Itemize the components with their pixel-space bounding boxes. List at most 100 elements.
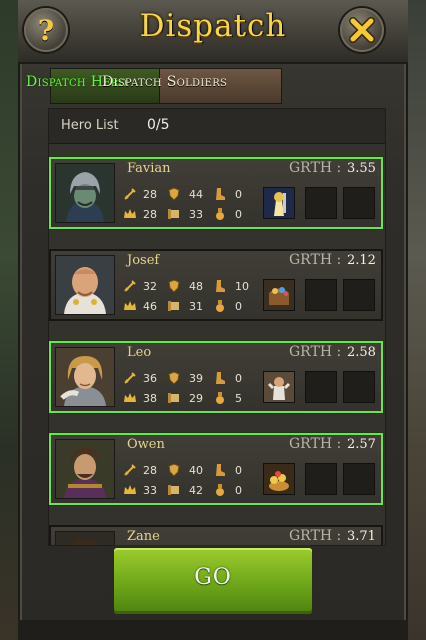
boot-icon (216, 464, 225, 476)
dispatch-dialog: Dispatch ? Dispatch Hero Dispatch Soldie… (18, 0, 408, 640)
hero-card-zane[interactable]: Zane GRTH : 3.71 (49, 525, 383, 545)
potion-icon (216, 208, 224, 220)
potion-icon (216, 300, 224, 312)
stat-attack: 32 (143, 280, 157, 293)
stat-defense: 48 (189, 280, 203, 293)
scroll-icon (168, 485, 179, 495)
hero-card-leo[interactable]: Leo GRTH : 2.58 36 39 0 38 29 5 (49, 341, 383, 413)
empty-item-slot[interactable] (305, 187, 337, 219)
background-right (408, 0, 426, 640)
stat-attack: 28 (143, 464, 157, 477)
help-icon: ? (37, 13, 55, 47)
shield-icon (168, 187, 180, 201)
stat-leadership: 33 (143, 484, 157, 497)
close-button[interactable] (340, 8, 384, 52)
hero-portrait-owen (55, 439, 115, 499)
hero-card-favian[interactable]: Favian GRTH : 3.55 28 44 0 28 33 0 (49, 157, 383, 229)
grth-label: GRTH : (289, 344, 342, 360)
empty-item-slot[interactable] (305, 463, 337, 495)
stat-intelligence: 42 (189, 484, 203, 497)
crown-icon (124, 485, 136, 494)
hero-name: Leo (127, 345, 152, 360)
stat-intelligence: 33 (189, 208, 203, 221)
bottom-bar (18, 620, 408, 640)
empty-item-slot[interactable] (305, 279, 337, 311)
stat-intelligence: 31 (189, 300, 203, 313)
sword-icon (124, 188, 136, 200)
stat-speed: 0 (235, 372, 242, 385)
stat-speed: 0 (235, 464, 242, 477)
hero-name: Owen (127, 437, 165, 452)
hero-portrait-favian (55, 163, 115, 223)
sword-icon (124, 280, 136, 292)
grth-value: 3.55 (347, 161, 376, 176)
grth-label: GRTH : (289, 528, 342, 544)
go-button[interactable]: GO (114, 548, 312, 614)
hero-card-owen[interactable]: Owen GRTH : 2.57 28 40 0 33 42 0 (49, 433, 383, 505)
soldier-item-icon[interactable] (263, 187, 295, 219)
hero-list-label: Hero List (61, 118, 119, 133)
tab-bar: Dispatch Hero Dispatch Soldiers (18, 64, 408, 106)
background-left (0, 0, 18, 640)
grth-label: GRTH : (289, 436, 342, 452)
sword-icon (124, 464, 136, 476)
grth-value: 2.12 (347, 253, 376, 268)
stat-speed: 10 (235, 280, 249, 293)
grth-value: 2.58 (347, 345, 376, 360)
hero-portrait-zane (55, 531, 115, 545)
empty-item-slot[interactable] (343, 187, 375, 219)
hero-portrait-leo (55, 347, 115, 407)
crown-icon (124, 209, 136, 218)
sword-icon (124, 372, 136, 384)
crown-icon (124, 393, 136, 402)
gold-item-icon[interactable] (263, 463, 295, 495)
scroll-icon (168, 209, 179, 219)
empty-item-slot[interactable] (343, 279, 375, 311)
empty-item-slot[interactable] (305, 371, 337, 403)
hero-item-icon[interactable] (263, 371, 295, 403)
stat-speed: 0 (235, 188, 242, 201)
shield-icon (168, 371, 180, 385)
hero-list-header: Hero List 0/5 (49, 109, 385, 144)
treasure-item-icon[interactable] (263, 279, 295, 311)
hero-name: Zane (127, 529, 160, 544)
grth-label: GRTH : (289, 252, 342, 268)
stat-attack: 36 (143, 372, 157, 385)
shield-icon (168, 279, 180, 293)
help-button[interactable]: ? (24, 8, 68, 52)
stat-leadership: 38 (143, 392, 157, 405)
stat-luck: 0 (235, 300, 242, 313)
stat-leadership: 46 (143, 300, 157, 313)
potion-icon (216, 484, 224, 496)
grth-value: 3.71 (347, 529, 376, 544)
shield-icon (168, 463, 180, 477)
grth-value: 2.57 (347, 437, 376, 452)
potion-icon (216, 392, 224, 404)
stat-luck: 5 (235, 392, 242, 405)
scroll-icon (168, 301, 179, 311)
stat-luck: 0 (235, 484, 242, 497)
title-bar: Dispatch ? (18, 0, 408, 64)
hero-list-panel[interactable]: Hero List 0/5 Favian GRTH : 3.55 28 44 0 (48, 108, 386, 546)
empty-item-slot[interactable] (343, 371, 375, 403)
stat-defense: 40 (189, 464, 203, 477)
tab-dispatch-soldiers-label: Dispatch Soldiers (102, 74, 228, 90)
hero-card-josef[interactable]: Josef GRTH : 2.12 32 48 10 46 31 0 (49, 249, 383, 321)
stat-leadership: 28 (143, 208, 157, 221)
stat-defense: 39 (189, 372, 203, 385)
crown-icon (124, 301, 136, 310)
stat-intelligence: 29 (189, 392, 203, 405)
close-icon (349, 17, 375, 43)
stat-luck: 0 (235, 208, 242, 221)
grth-label: GRTH : (289, 160, 342, 176)
boot-icon (216, 280, 225, 292)
scroll-icon (168, 393, 179, 403)
hero-name: Josef (127, 253, 160, 268)
empty-item-slot[interactable] (343, 463, 375, 495)
stat-defense: 44 (189, 188, 203, 201)
stat-attack: 28 (143, 188, 157, 201)
go-button-label: GO (194, 565, 232, 590)
hero-portrait-josef (55, 255, 115, 315)
boot-icon (216, 188, 225, 200)
hero-list-count: 0/5 (147, 117, 170, 133)
